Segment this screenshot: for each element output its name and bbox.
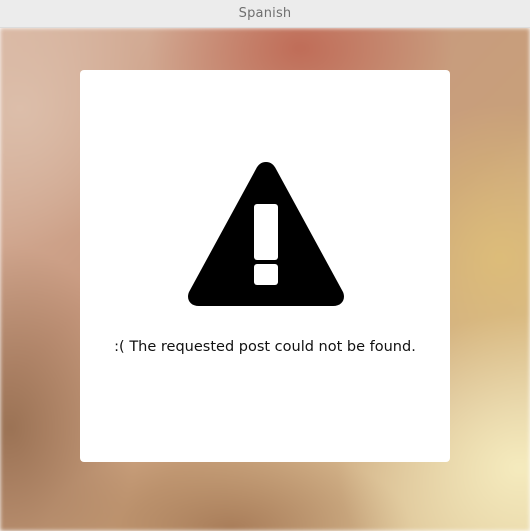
- title-bar: Spanish: [0, 0, 530, 28]
- error-card: :( The requested post could not be found…: [80, 70, 450, 462]
- window-title: Spanish: [238, 6, 292, 21]
- error-message: :( The requested post could not be found…: [114, 339, 416, 355]
- warning-icon: [188, 162, 344, 306]
- browser-window: Spanish :( The requested post could not …: [0, 0, 530, 531]
